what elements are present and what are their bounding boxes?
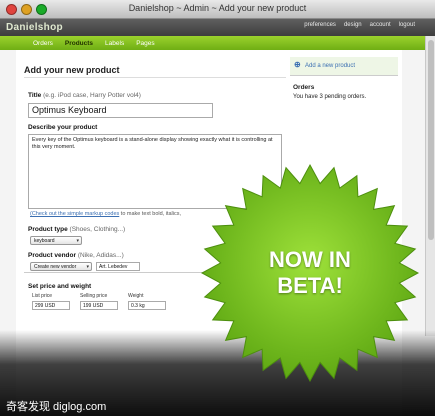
- shop-logo: Danielshop: [6, 22, 63, 33]
- beta-badge-text: NOW IN BETA!: [195, 158, 425, 388]
- product-vendor-label-text: Product vendor: [28, 252, 77, 259]
- design-link[interactable]: design: [344, 22, 362, 28]
- selling-price-input[interactable]: 199 USD: [80, 301, 118, 310]
- tab-labels[interactable]: Labels: [105, 40, 124, 47]
- title-input[interactable]: Optimus Keyboard: [28, 103, 213, 118]
- weight-label: Weight: [128, 293, 144, 299]
- logout-link[interactable]: logout: [399, 22, 415, 28]
- site-watermark: 奇客发现 diglog.com: [6, 401, 107, 413]
- weight-input[interactable]: 0.3 kg: [128, 301, 166, 310]
- price-heading: Set price and weight: [28, 283, 92, 290]
- product-vendor-hint: (Nike, Adidas...): [77, 252, 124, 259]
- product-type-value: keyboard: [34, 238, 55, 244]
- title-bar: Danielshop ~ Admin ~ Add your new produc…: [0, 0, 435, 19]
- add-product-label: Add a new product: [305, 63, 356, 69]
- title-label-text: Title: [28, 92, 42, 99]
- describe-label: Describe your product: [28, 124, 98, 131]
- add-product-link[interactable]: ⊕ Add a new product: [290, 57, 398, 76]
- product-type-hint: (Shoes, Clothing...): [69, 226, 126, 233]
- scrollbar-thumb[interactable]: [428, 40, 434, 240]
- product-type-label-text: Product type: [28, 226, 68, 233]
- tab-pages[interactable]: Pages: [136, 40, 154, 47]
- vendor-select[interactable]: Create new vendor ▾: [30, 262, 92, 271]
- plus-icon: ⊕: [294, 60, 301, 70]
- list-price-label: List price: [32, 293, 53, 299]
- sidebar-orders-title: Orders: [293, 84, 315, 91]
- list-price-input[interactable]: 299 USD: [32, 301, 70, 310]
- preferences-link[interactable]: preferences: [304, 22, 336, 28]
- tab-products[interactable]: Products: [65, 40, 93, 47]
- top-header: Danielshop preferences design account lo…: [0, 19, 435, 36]
- chevron-down-icon: ▾: [76, 238, 79, 244]
- app-window: Danielshop ~ Admin ~ Add your new produc…: [0, 0, 435, 416]
- markup-codes-link[interactable]: (Check out the simple markup codes: [30, 211, 119, 217]
- title-hint: (e.g. iPod case, Harry Potter vol4): [43, 92, 141, 99]
- page-title: Add your new product: [24, 65, 120, 75]
- sidebar-orders-text: You have 3 pending orders.: [293, 94, 367, 100]
- markup-note: (Check out the simple markup codes to ma…: [30, 211, 181, 217]
- account-link[interactable]: account: [370, 22, 391, 28]
- badge-line1: NOW IN: [269, 247, 351, 272]
- product-type-select[interactable]: keyboard ▾: [30, 236, 82, 245]
- scrollbar[interactable]: [425, 36, 435, 336]
- title-label: Title (e.g. iPod case, Harry Potter vol4…: [28, 92, 141, 99]
- markup-note-text: to make text bold, italics,: [120, 211, 182, 217]
- selling-price-label: Selling price: [80, 293, 108, 299]
- vendor-name-input[interactable]: Art. Lebedev: [96, 262, 140, 271]
- window-title: Danielshop ~ Admin ~ Add your new produc…: [128, 3, 307, 13]
- chevron-down-icon: ▾: [86, 264, 89, 270]
- divider: [24, 77, 286, 78]
- badge-line2: BETA!: [277, 273, 343, 298]
- top-nav: preferences design account logout: [304, 22, 415, 28]
- vendor-select-value: Create new vendor: [34, 264, 77, 270]
- product-vendor-label: Product vendor (Nike, Adidas...): [28, 252, 124, 259]
- tab-orders[interactable]: Orders: [33, 40, 53, 47]
- product-type-label: Product type (Shoes, Clothing...): [28, 226, 125, 233]
- tab-bar: Orders Products Labels Pages: [0, 36, 435, 50]
